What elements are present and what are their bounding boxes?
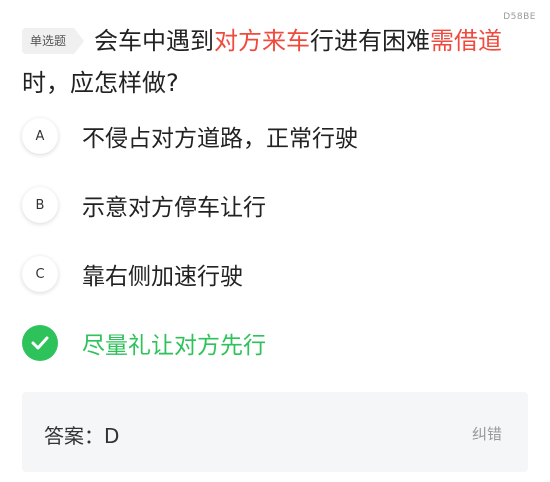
option-letter: C	[35, 266, 45, 282]
option-d[interactable]: 尽量礼让对方先行	[22, 325, 530, 361]
option-c[interactable]: C 靠右侧加速行驶	[22, 256, 530, 292]
option-text: 靠右侧加速行驶	[82, 264, 243, 290]
question-highlight: 对方来车	[214, 27, 311, 55]
option-text: 不侵占对方道路，正常行驶	[82, 126, 358, 152]
check-icon	[22, 325, 58, 361]
option-letter-badge: C	[22, 256, 58, 292]
option-letter-badge: A	[22, 118, 58, 154]
question-text-part: 会车中遇到	[94, 27, 215, 55]
answer-line: 答案：D	[44, 420, 119, 449]
option-letter: A	[35, 128, 45, 144]
option-b[interactable]: B 示意对方停车让行	[22, 187, 530, 223]
report-error-link[interactable]: 纠错	[472, 423, 502, 444]
check-mark-svg	[31, 336, 49, 350]
question-stem: 单选题 会车中遇到对方来车行进有困难需借道时，应怎样做?	[22, 20, 522, 104]
question-type-badge: 单选题	[22, 28, 85, 54]
option-text-correct: 尽量礼让对方先行	[82, 333, 266, 359]
option-text: 示意对方停车让行	[82, 195, 266, 221]
answer-panel: 答案：D 纠错	[22, 392, 528, 472]
option-letter-badge: B	[22, 187, 58, 223]
question-highlight: 需借道	[430, 27, 503, 55]
answer-label: 答案：	[44, 424, 104, 448]
option-letter: B	[35, 197, 45, 213]
answer-value: D	[104, 424, 120, 448]
question-page: D58BE 单选题 会车中遇到对方来车行进有困难需借道时，应怎样做? A 不侵占对…	[0, 0, 550, 482]
question-text-part: 时，应怎样做?	[22, 69, 179, 97]
options-list: A 不侵占对方道路，正常行驶 B 示意对方停车让行 C 靠右侧加速行驶 尽量礼让…	[22, 118, 530, 394]
question-text-part: 行进有困难	[310, 27, 431, 55]
option-a[interactable]: A 不侵占对方道路，正常行驶	[22, 118, 530, 154]
